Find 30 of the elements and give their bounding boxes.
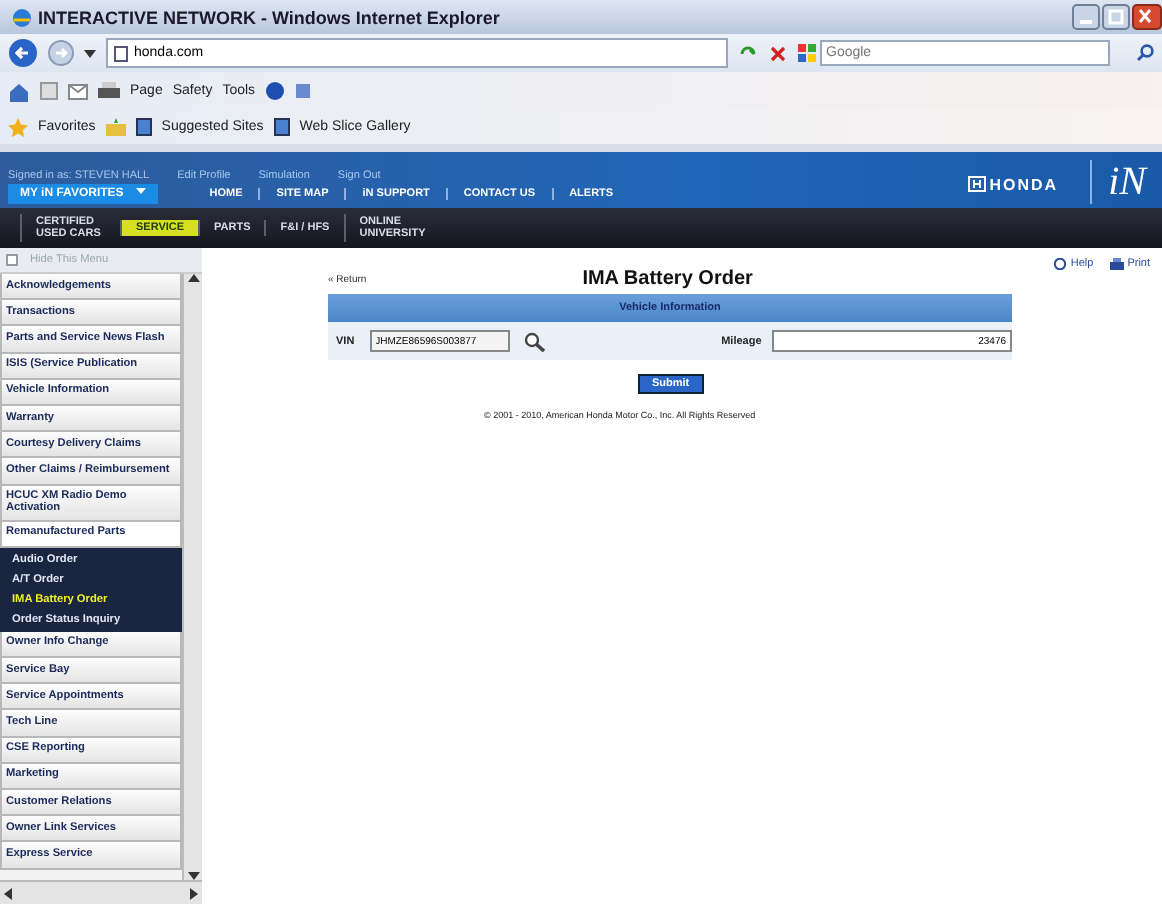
maximize-button[interactable] bbox=[1102, 4, 1130, 30]
browser-icon bbox=[12, 7, 32, 27]
brand-logo: HONDA bbox=[967, 175, 1059, 193]
page-icon bbox=[114, 45, 128, 61]
horizontal-scrollbar[interactable] bbox=[0, 880, 202, 904]
mail-icon[interactable] bbox=[68, 83, 88, 99]
site-logo: iN bbox=[1090, 160, 1146, 204]
close-button[interactable] bbox=[1132, 4, 1162, 30]
printer-icon bbox=[1109, 258, 1124, 270]
window-title: INTERACTIVE NETWORK - Windows Internet Explorer bbox=[38, 7, 502, 27]
minimize-button[interactable] bbox=[1072, 4, 1100, 30]
back-button[interactable] bbox=[8, 38, 38, 68]
printer-icon[interactable] bbox=[98, 82, 120, 100]
scroll-left-icon[interactable] bbox=[4, 887, 12, 899]
stop-button[interactable] bbox=[768, 43, 788, 63]
forward-button[interactable] bbox=[48, 40, 74, 66]
vertical-scrollbar[interactable] bbox=[182, 274, 202, 880]
search-icon[interactable] bbox=[523, 331, 546, 351]
search-icon[interactable] bbox=[1136, 44, 1154, 62]
emblem-icon bbox=[967, 176, 986, 192]
page-title: IMA Battery Order bbox=[582, 268, 753, 290]
search-engine-icon bbox=[798, 44, 816, 62]
dropdown-arrow-icon[interactable] bbox=[84, 49, 96, 57]
star-icon[interactable] bbox=[8, 117, 28, 137]
home-icon[interactable] bbox=[8, 81, 30, 101]
page-icon bbox=[135, 118, 152, 136]
caret-icon bbox=[135, 188, 146, 194]
collapse-icon[interactable] bbox=[6, 254, 18, 266]
scroll-right-icon[interactable] bbox=[190, 887, 198, 899]
page-icon bbox=[273, 118, 290, 136]
